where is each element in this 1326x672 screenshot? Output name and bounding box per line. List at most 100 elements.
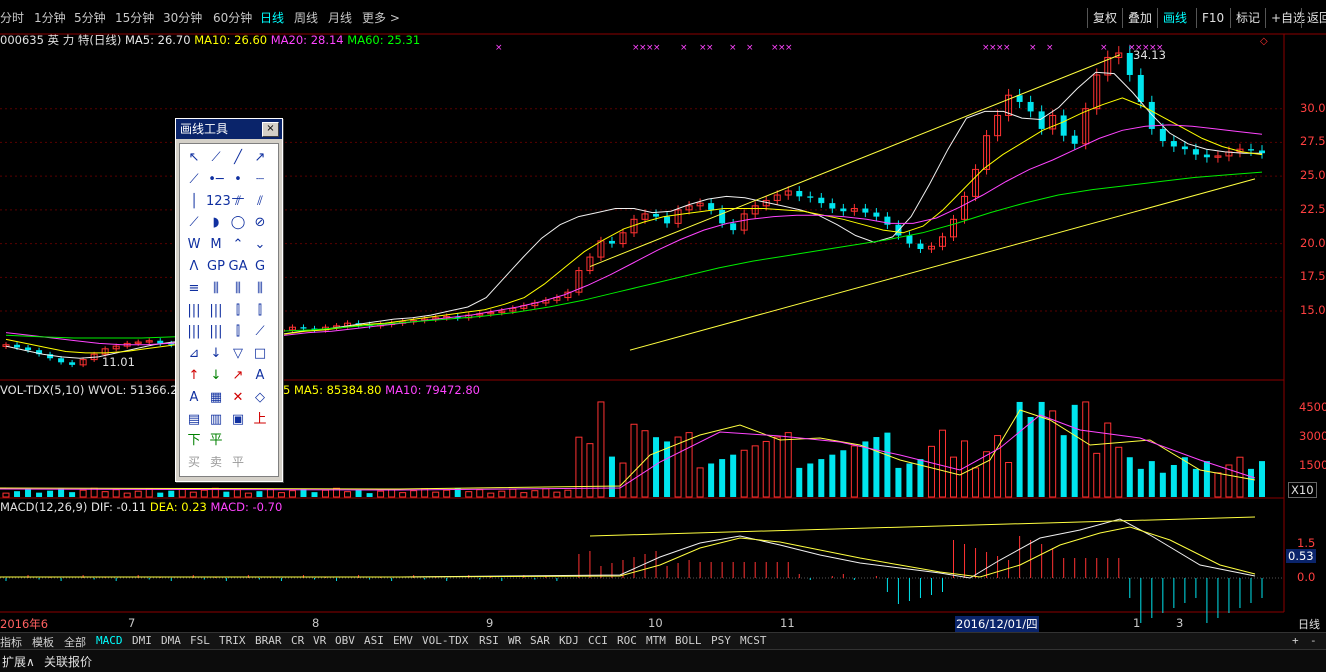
golden-ratio-icon[interactable]: GP	[206, 257, 226, 276]
indicator-tab-17[interactable]: SAR	[530, 634, 550, 647]
fibonacci-line-icon[interactable]: ≡	[184, 279, 204, 298]
note-icon[interactable]: ▤	[184, 410, 204, 429]
text-icon[interactable]: A	[250, 366, 270, 385]
line-icon[interactable]: ╱	[228, 148, 248, 167]
draw-tool-titlebar[interactable]: 画线工具 ×	[176, 119, 282, 139]
delete-icon[interactable]: ✕	[228, 388, 248, 407]
flat-mark-icon[interactable]: 平	[206, 431, 226, 450]
price-label-icon[interactable]: 123	[206, 192, 231, 211]
box-text-icon[interactable]: ▥	[206, 410, 226, 429]
multi-lines-icon[interactable]: |||	[184, 322, 204, 341]
angle-fan-icon[interactable]: ⊿	[184, 344, 204, 363]
signal-mark: ×	[1003, 43, 1011, 53]
circle-spiral-icon[interactable]: ⊘	[250, 213, 270, 232]
indicator-tab-22[interactable]: BOLL	[675, 634, 702, 647]
fibonacci-speed-icon[interactable]: ⫼	[228, 279, 248, 298]
indicator-tab-8[interactable]: BRAR	[255, 634, 282, 647]
ray-icon[interactable]: ↗	[250, 148, 270, 167]
indicator-tab-0[interactable]: 指标	[0, 634, 22, 650]
triangle-icon[interactable]: ▽	[228, 344, 248, 363]
indicator-tab-3[interactable]: MACD	[96, 634, 123, 647]
expand-button[interactable]: 扩展∧	[2, 653, 35, 670]
vertical-fibonacci-icon[interactable]: ⫿	[228, 301, 248, 320]
vol-bar	[465, 491, 473, 498]
horizontal-ray-icon[interactable]: •—	[228, 170, 248, 206]
indicator-tab-9[interactable]: CR	[291, 634, 304, 647]
candle-body	[818, 197, 825, 204]
gann-fan-icon[interactable]: ⟋	[250, 322, 270, 341]
gold-arc-icon[interactable]: GA	[228, 257, 248, 276]
vol-bar	[36, 492, 43, 497]
gann-line-icon[interactable]: G	[250, 257, 270, 276]
indicator-tab-6[interactable]: FSL	[190, 634, 210, 647]
up-pointer-icon[interactable]: ↗	[228, 366, 248, 385]
horizontal-line-icon[interactable]: •─	[206, 170, 226, 189]
indicator-tab-24[interactable]: MCST	[740, 634, 767, 647]
indicator-tab-18[interactable]: KDJ	[559, 634, 579, 647]
indicator-tab-7[interactable]: TRIX	[219, 634, 246, 647]
indicator-tab-2[interactable]: 全部	[64, 634, 86, 650]
indicator-tab-19[interactable]: CCI	[588, 634, 608, 647]
percent-line-icon[interactable]: ⫿	[250, 301, 270, 320]
down-arrow-icon[interactable]: ↓	[206, 366, 226, 385]
indicator-tab-1[interactable]: 模板	[32, 634, 54, 650]
indicator-tab-13[interactable]: EMV	[393, 634, 413, 647]
wave-w-icon[interactable]: W	[184, 235, 204, 254]
straight-line-icon[interactable]: ⟋	[184, 170, 204, 189]
indicator-tab-15[interactable]: RSI	[479, 634, 499, 647]
price-tick-4: 20.0	[1300, 235, 1326, 250]
line-segment-icon[interactable]: ⟋	[206, 148, 226, 167]
related-quote-button[interactable]: 关联报价	[44, 653, 92, 670]
arc-line-icon[interactable]: ⟋	[184, 213, 204, 232]
indicator-tab-12[interactable]: ASI	[364, 634, 384, 647]
indicator-tab-14[interactable]: VOL-TDX	[422, 634, 468, 647]
indicator-tab-23[interactable]: PSY	[711, 634, 731, 647]
indicator-tab-21[interactable]: MTM	[646, 634, 666, 647]
vertical-line-icon[interactable]: │	[184, 192, 204, 211]
up-mark-icon[interactable]: 上	[250, 410, 270, 429]
period-lines-icon[interactable]: |||	[206, 322, 226, 341]
dotted-line-icon[interactable]: ┈	[250, 170, 270, 189]
pointer-icon[interactable]: ↖	[184, 148, 204, 167]
close-icon[interactable]: ×	[262, 122, 279, 137]
down-arrow-line-icon[interactable]: ↓	[206, 344, 226, 363]
indicator-tab-4[interactable]: DMI	[132, 634, 152, 647]
circle-icon[interactable]: ◯	[228, 213, 248, 232]
vol-bar	[719, 459, 726, 497]
grid-lines-icon[interactable]: ⫿	[228, 322, 248, 341]
zoom-out-button[interactable]: -	[1310, 634, 1317, 647]
board-icon[interactable]: ▣	[228, 410, 248, 429]
zoom-in-button[interactable]: +	[1292, 634, 1299, 647]
wave-down-icon[interactable]: ⌄	[250, 235, 270, 254]
indicator-tab-10[interactable]: VR	[313, 634, 326, 647]
draw-tool-window[interactable]: 画线工具 × ↖ ⟋ ╱ ↗ ⟋ •─ •— ┈ │ 123 ⫽ ⫽ ⟋ ◗ ◯ ⊘ W M ⌃ ⌄ Λ GP GA G ≡ ⫼ ⫼…	[175, 118, 283, 482]
text-tool-icon[interactable]: A	[184, 388, 204, 407]
fibonacci-rays-icon[interactable]: ⫼	[250, 279, 270, 298]
parallel-ray-icon[interactable]: ⫽	[250, 192, 270, 211]
vol-bar	[1082, 401, 1090, 498]
candle-body	[157, 340, 164, 344]
signal-mark: ×	[680, 43, 688, 53]
candle-body	[1181, 146, 1188, 150]
wave-dip-icon[interactable]: Λ	[184, 257, 204, 276]
down-mark-icon[interactable]: 下	[184, 431, 204, 450]
bottom-period[interactable]: 日线	[1298, 616, 1320, 632]
rectangle-icon[interactable]: □	[250, 344, 270, 363]
vol-bar	[266, 488, 274, 498]
time-cycle-icon[interactable]: |||	[206, 301, 226, 320]
stamp-icon[interactable]: ▦	[206, 388, 226, 407]
arc-icon[interactable]: ◗	[206, 213, 226, 232]
wave-up-icon[interactable]: ⌃	[228, 235, 248, 254]
parallel-lines-icon[interactable]: ⫽	[228, 192, 248, 211]
fibonacci-fan-icon[interactable]: ⫼	[206, 279, 226, 298]
cycle-lines-icon[interactable]: |||	[184, 301, 204, 320]
indicator-tab-20[interactable]: ROC	[617, 634, 637, 647]
candle-body	[873, 212, 880, 217]
up-arrow-icon[interactable]: ↑	[184, 366, 204, 385]
indicator-tab-11[interactable]: OBV	[335, 634, 355, 647]
indicator-tab-5[interactable]: DMA	[161, 634, 181, 647]
candle-body	[1027, 101, 1034, 112]
clear-icon[interactable]: ◇	[250, 388, 270, 407]
indicator-tab-16[interactable]: WR	[508, 634, 521, 647]
wave-m-icon[interactable]: M	[206, 235, 226, 254]
